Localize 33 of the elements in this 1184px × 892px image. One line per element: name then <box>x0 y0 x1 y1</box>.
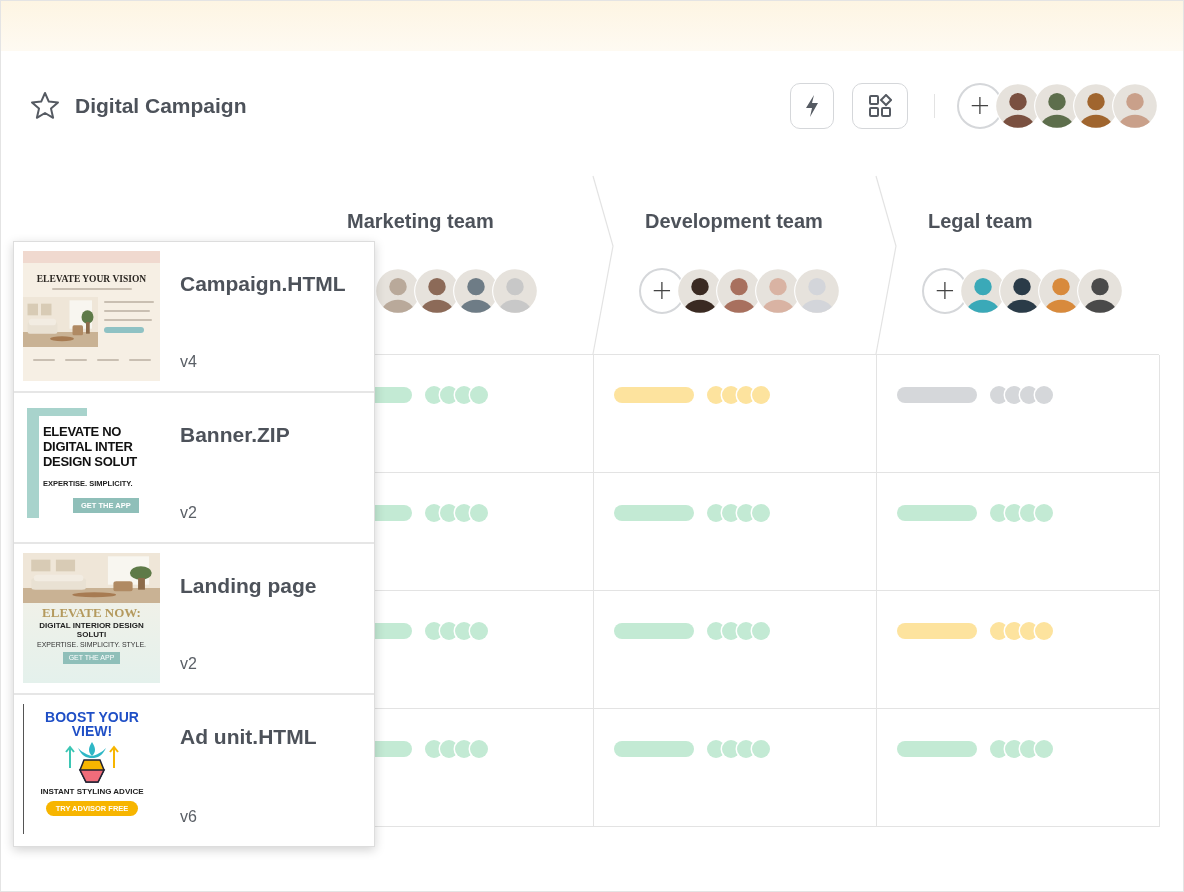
board-title: Digital Campaign <box>75 94 247 118</box>
team-name: Legal team <box>928 210 1033 233</box>
text-line <box>32 359 55 361</box>
text-line <box>104 301 154 303</box>
headline: ELEVATE YOUR VISION <box>36 274 147 284</box>
text-line <box>128 359 151 361</box>
pill-shape <box>104 327 144 333</box>
subheadline: DIGITAL INTERIOR DESIGN SOLUTI <box>38 621 145 639</box>
file-name[interactable]: Banner.ZIP <box>180 423 290 447</box>
text-line <box>104 319 152 321</box>
text-line <box>64 359 87 361</box>
headline: ELEVATE NO <box>43 424 122 439</box>
star-icon[interactable] <box>29 90 61 122</box>
file-name[interactable]: Landing page <box>180 574 317 598</box>
headline: ELEVATE NOW: <box>42 606 141 620</box>
headline: DESIGN SOLUT <box>43 454 137 469</box>
automation-button[interactable] <box>790 83 834 129</box>
file-version: v6 <box>180 808 198 826</box>
headline: DIGITAL INTER <box>43 439 133 454</box>
file-version: v2 <box>180 504 198 522</box>
apps-button[interactable] <box>852 83 908 129</box>
file-version: v2 <box>180 655 198 673</box>
team-name: Marketing team <box>347 210 494 233</box>
text-line <box>96 359 119 361</box>
tagline: INSTANT STYLING ADVICE <box>40 787 144 796</box>
file-version: v4 <box>180 353 198 371</box>
apps-icon <box>868 94 892 118</box>
team-name: Development team <box>645 210 823 233</box>
file-name[interactable]: Campaign.HTML <box>180 272 346 296</box>
lightning-icon <box>804 94 820 118</box>
text-line <box>104 310 150 312</box>
headline: BOOST YOUR VIEW! <box>44 710 140 738</box>
file-name[interactable]: Ad unit.HTML <box>180 725 317 749</box>
